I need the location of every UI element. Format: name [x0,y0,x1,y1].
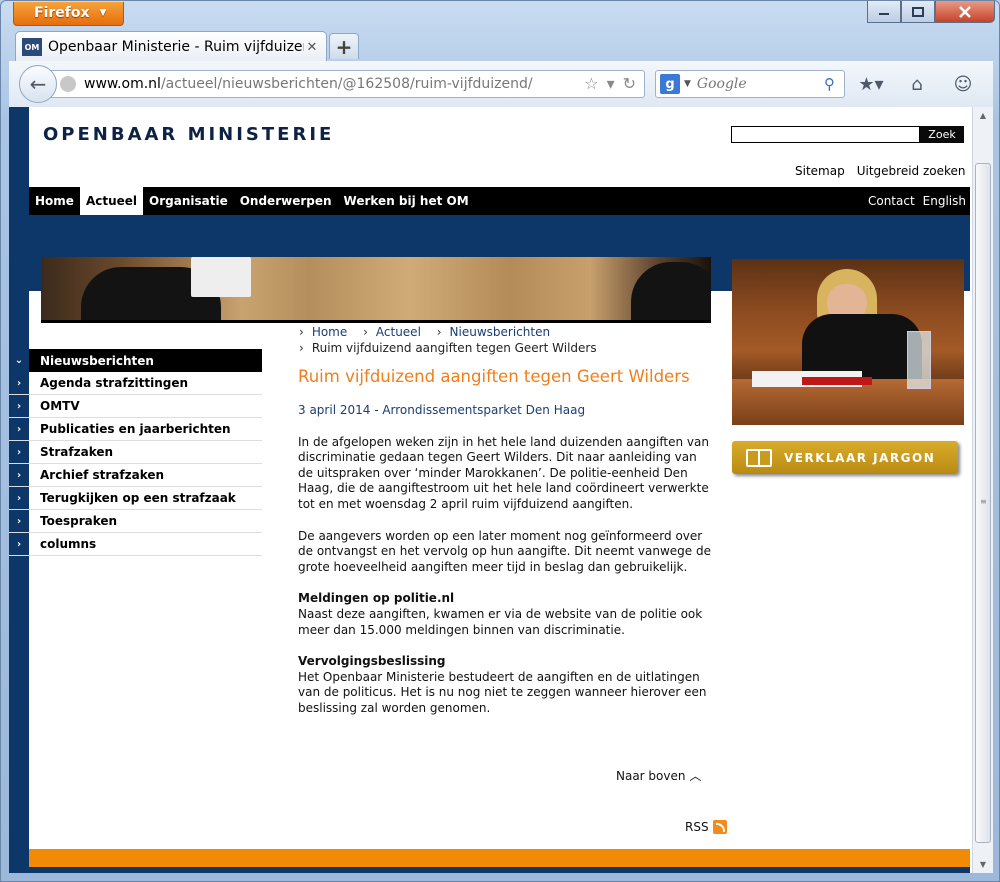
minimize-icon [879,12,889,15]
prosecutor-photo [732,259,964,425]
search-placeholder: Google [696,76,747,92]
sidebar-item-strafzaken[interactable]: › Strafzaken [9,441,262,464]
close-window-button[interactable] [935,1,995,23]
book-icon [746,448,772,467]
ghostery-icon[interactable]: ☺ [949,71,977,97]
footer-bar [29,849,970,867]
sidebar-item-agenda[interactable]: › Agenda strafzittingen [9,372,262,395]
chevron-right-icon: › [9,533,29,555]
article-meta: 3 april 2014 - Arrondissementsparket Den… [298,403,586,417]
chevron-right-icon: › [9,395,29,417]
nav-home[interactable]: Home [29,187,80,215]
search-engine-dropdown-icon[interactable]: ▼ [684,79,691,89]
sidebar-item-terugkijken[interactable]: › Terugkijken op een strafzaak [9,487,262,510]
article-subheading: Meldingen op politie.nl [298,591,455,606]
firefox-menu-button[interactable]: Firefox ▼ [13,2,124,26]
breadcrumb-home[interactable]: Home [312,325,347,339]
sidebar-item-omtv[interactable]: › OMTV [9,395,262,418]
back-to-top-link[interactable]: Naar boven ︿ [616,767,701,784]
google-icon: g [660,74,680,94]
sidebar-item-archief[interactable]: › Archief strafzaken [9,464,262,487]
search-bar[interactable]: g ▼ Google ⚲ [655,70,845,98]
breadcrumb: › Home › Actueel › Nieuwsberichten › Ruim vi… [299,325,597,355]
scroll-up-arrow-icon[interactable]: ▲ [973,107,993,124]
reload-icon[interactable]: ↻ [623,74,636,93]
sidebar-item-toespraken[interactable]: › Toespraken [9,510,262,533]
dropdown-arrow-icon: ▼ [99,8,107,18]
breadcrumb-nieuwsberichten[interactable]: Nieuwsberichten [450,325,551,339]
sitemap-link[interactable]: Sitemap [795,164,845,178]
home-icon[interactable]: ⌂ [903,71,931,97]
article-subheading: Vervolgingsbeslissing [298,654,446,669]
rss-icon [712,820,727,834]
nav-organisatie[interactable]: Organisatie [143,187,234,215]
breadcrumb-current: Ruim vijfduizend aangiften tegen Geert W… [311,341,597,355]
nav-onderwerpen[interactable]: Onderwerpen [234,187,338,215]
site-search-input[interactable] [731,126,920,143]
footer-bottom-band [29,867,970,873]
close-icon [959,5,971,18]
bookmark-star-icon[interactable]: ☆ [584,74,598,93]
utility-links: Sitemap Uitgebreid zoeken [795,164,966,178]
article-paragraph: Het Openbaar Ministerie bestudeert de aa… [298,669,707,715]
sidebar-item-publicaties[interactable]: › Publicaties en jaarberichten [9,418,262,441]
new-tab-button[interactable]: + [329,33,359,59]
chevron-right-icon: › [9,464,29,486]
verklaar-jargon-button[interactable]: VERKLAAR JARGON [732,441,958,474]
chevron-right-icon: › [9,487,29,509]
chevron-up-icon: ︿ [689,769,702,783]
chevron-right-icon: › [9,372,29,394]
article-paragraph: In de afgelopen weken zijn in het hele l… [298,434,709,511]
web-page: OPENBAAR MINISTERIE Zoek Sitemap Uitgebr… [9,107,972,873]
om-favicon: OM [22,38,42,56]
address-bar[interactable]: www.om.nl/actueel/nieuwsberichten/@16250… [49,70,645,98]
navigation-toolbar: www.om.nl/actueel/nieuwsberichten/@16250… [9,61,993,107]
breadcrumb-actueel[interactable]: Actueel [376,325,421,339]
browser-window: Firefox ▼ OM Openbaar Ministerie - Ruim v… [0,0,1000,882]
back-arrow-icon: ← [29,72,47,96]
site-search-button[interactable]: Zoek [920,126,964,143]
globe-icon [60,76,76,92]
site-logo[interactable]: OPENBAAR MINISTERIE [43,124,334,145]
article-paragraph: De aangevers worden op een later moment … [298,528,711,574]
tab-close-icon[interactable]: ✕ [304,39,320,55]
history-dropdown-icon[interactable]: ▾ [607,74,615,93]
nav-contact[interactable]: Contact [868,194,915,208]
sidebar-item-nieuwsberichten[interactable]: ⌄ Nieuwsberichten [9,349,262,372]
nav-werken-bij[interactable]: Werken bij het OM [338,187,475,215]
chevron-down-icon: ⌄ [9,349,29,372]
back-button[interactable]: ← [19,65,57,103]
maximize-icon [912,6,924,17]
sidebar-item-columns[interactable]: › columns [9,533,262,556]
sidebar-nav: ⌄ Nieuwsberichten › Agenda strafzittingen … [9,349,262,556]
search-magnifier-icon[interactable]: ⚲ [824,75,844,93]
advanced-search-link[interactable]: Uitgebreid zoeken [857,164,966,178]
article-paragraph: Naast deze aangiften, kwamen er via de w… [298,606,703,637]
chevron-right-icon: › [9,510,29,532]
url-text: www.om.nl/actueel/nieuwsberichten/@16250… [84,76,533,92]
nav-actueel[interactable]: Actueel [79,187,144,215]
scrollbar-thumb[interactable]: ≡ [975,163,991,843]
vertical-scrollbar[interactable]: ▲ ≡ ▼ [972,107,993,873]
browser-tab[interactable]: OM Openbaar Ministerie - Ruim vijfduizen… [15,31,327,62]
minimize-button[interactable] [867,1,901,23]
rss-link[interactable]: RSS [685,820,727,834]
maximize-button[interactable] [901,1,935,23]
article-title: Ruim vijfduizend aangiften tegen Geert W… [298,367,690,386]
main-navigation: Home Actueel Organisatie Onderwerpen Wer… [29,187,970,215]
article: Ruim vijfduizend aangiften tegen Geert W… [298,365,713,717]
nav-english[interactable]: English [923,194,966,208]
bookmarks-menu-icon[interactable]: ★▾ [857,71,885,97]
scroll-down-arrow-icon[interactable]: ▼ [973,856,993,873]
chevron-right-icon: › [9,418,29,440]
chevron-right-icon: › [9,441,29,463]
banner-image [41,257,711,323]
tab-title: Openbaar Ministerie - Ruim vijfduizend .… [48,39,304,55]
